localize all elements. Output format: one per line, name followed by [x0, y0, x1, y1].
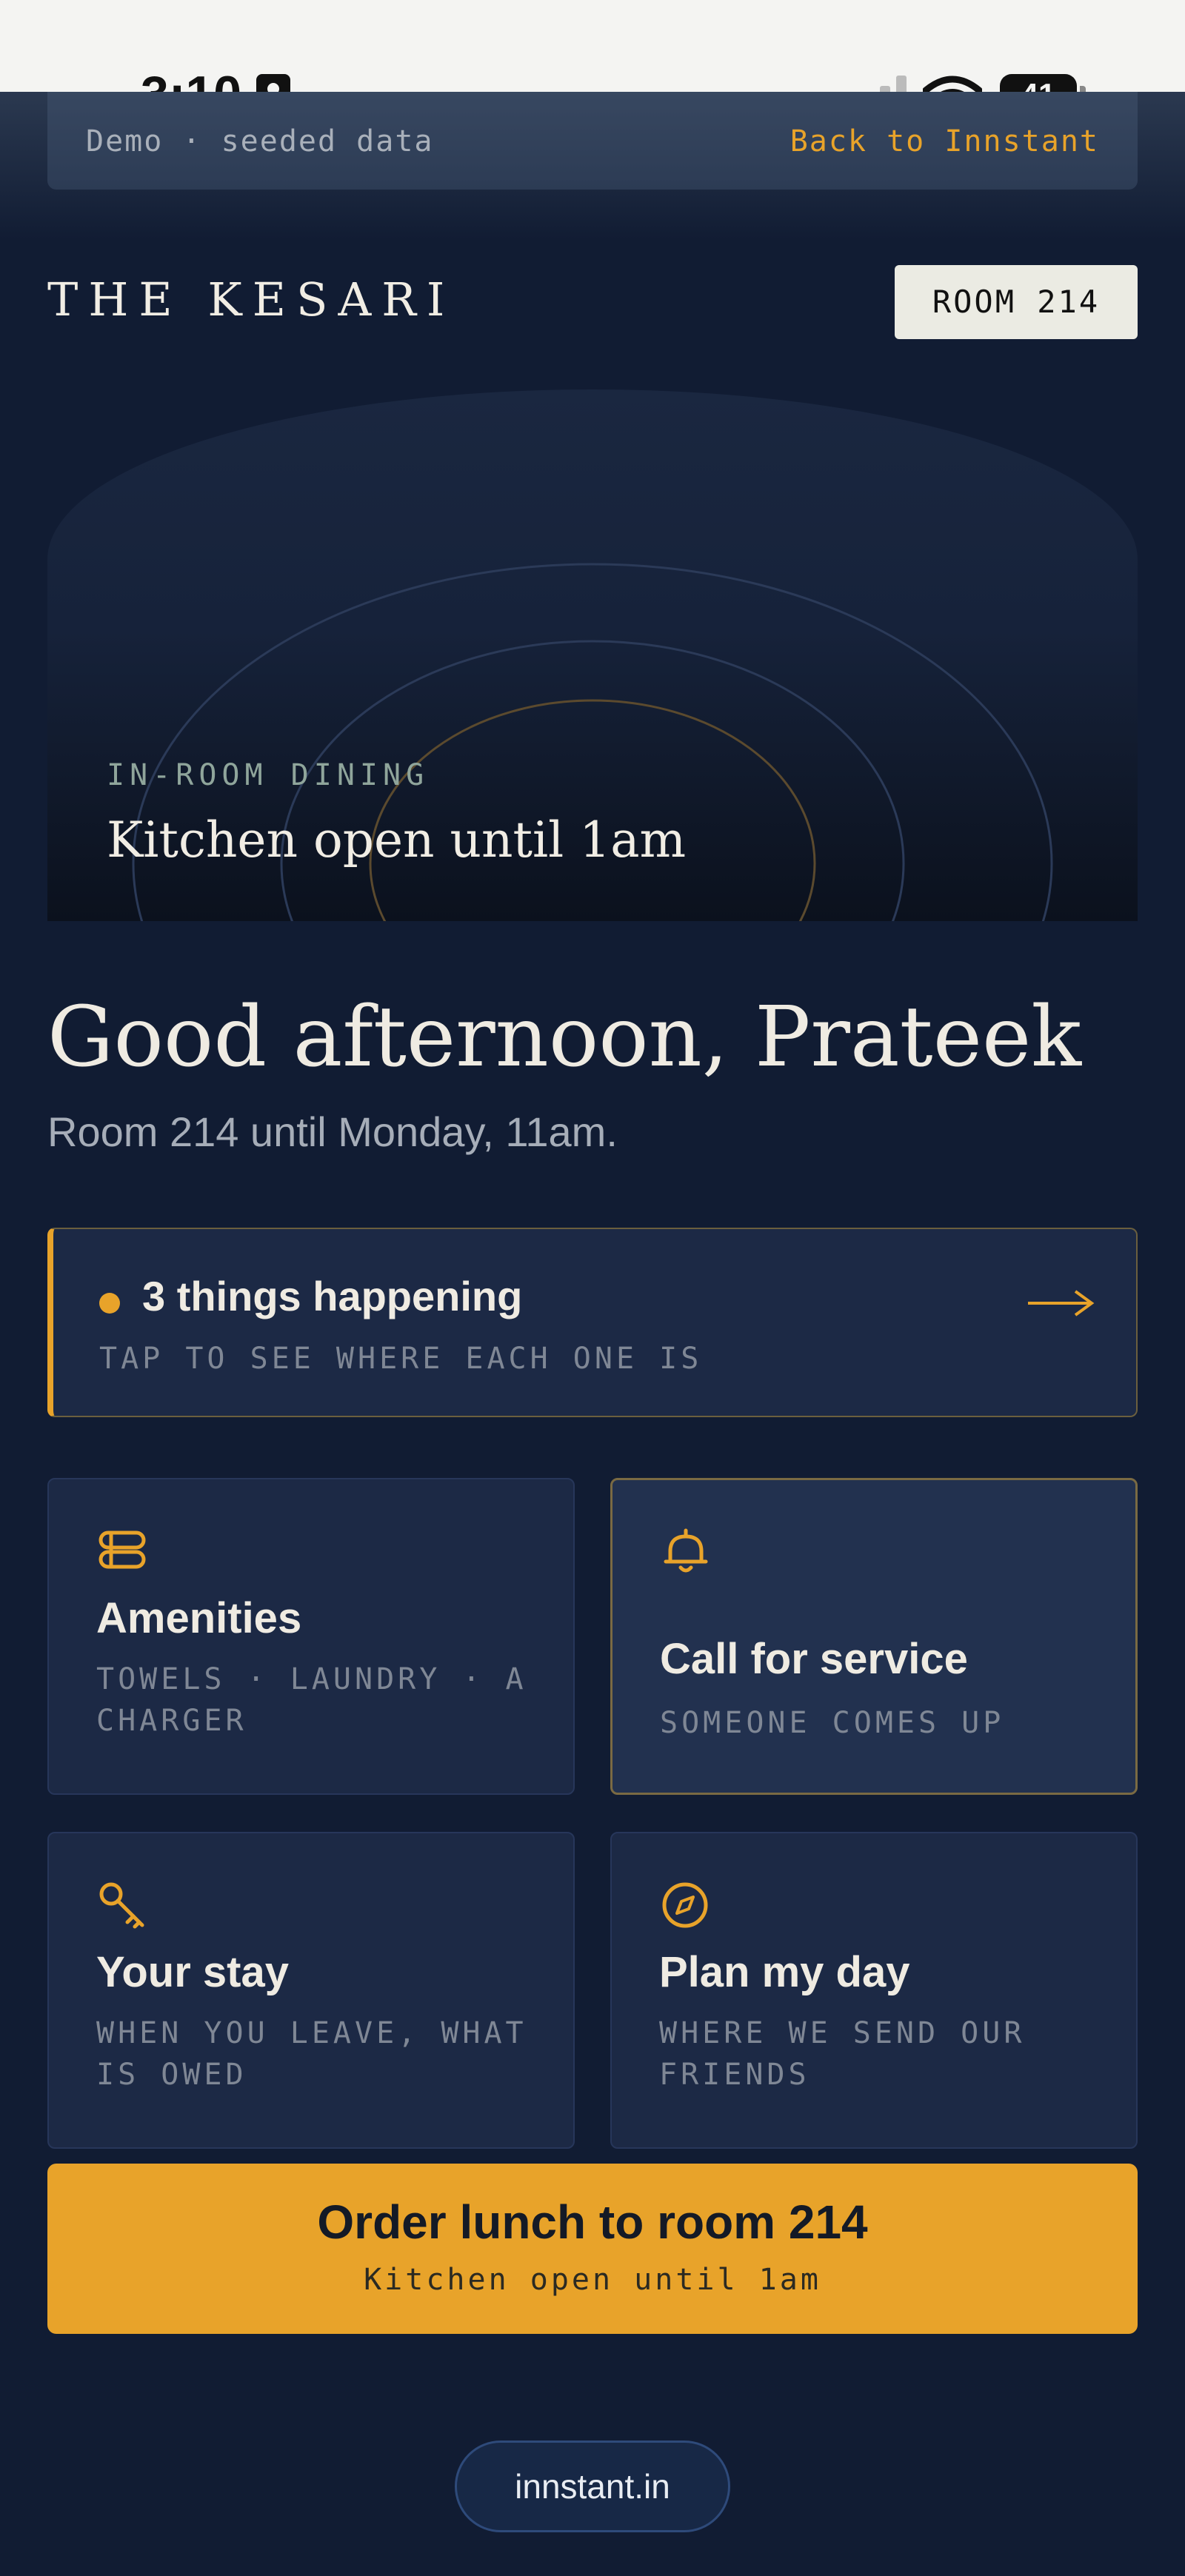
key-icon [99, 1882, 144, 1929]
tile-call-for-service[interactable]: Call for service SOMEONE COMES UP [610, 1478, 1138, 1795]
room-badge[interactable]: ROOM 214 [895, 265, 1138, 339]
tile-your-stay-subtitle: WHEN YOU LEAVE, WHAT IS OWED [96, 2016, 527, 2092]
hotel-brand: THE KESARI [47, 272, 455, 327]
hero-banner[interactable]: IN-ROOM DINING Kitchen open until 1am [47, 389, 1138, 921]
order-lunch-subtitle: Kitchen open until 1am [364, 2263, 821, 2297]
demo-banner: Demo · seeded data Back to Innstant [47, 92, 1138, 190]
tile-call-for-service-subtitle: SOMEONE COMES UP [660, 1706, 1005, 1740]
order-lunch-button[interactable]: Order lunch to room 214 Kitchen open unt… [47, 2164, 1138, 2334]
bell-icon [664, 1528, 708, 1573]
tile-plan-my-day[interactable]: Plan my day WHERE WE SEND OUR FRIENDS [610, 1832, 1138, 2149]
amenities-icon [99, 1530, 146, 1569]
tile-your-stay-title: Your stay [96, 1948, 290, 1996]
tile-amenities[interactable]: Amenities TOWELS · LAUNDRY · A CHARGER [47, 1478, 575, 1795]
greeting-subtitle: Room 214 until Monday, 11am. [47, 1108, 618, 1155]
order-lunch-title: Order lunch to room 214 [317, 2195, 868, 2249]
happening-card[interactable]: 3 things happening TAP TO SEE WHERE EACH… [47, 1228, 1138, 1417]
greeting-title: Good afternoon, Prateek [47, 989, 1082, 1085]
innstant-link[interactable]: innstant.in [455, 2440, 730, 2532]
tile-amenities-subtitle: TOWELS · LAUNDRY · A CHARGER [96, 1662, 527, 1738]
tile-plan-my-day-subtitle: WHERE WE SEND OUR FRIENDS [659, 2016, 1026, 2092]
tile-your-stay[interactable]: Your stay WHEN YOU LEAVE, WHAT IS OWED [47, 1832, 575, 2149]
arrow-right-icon [1028, 1290, 1095, 1317]
status-bar: 3:10 41 [0, 0, 1185, 122]
back-to-innstant-link[interactable]: Back to Innstant [790, 124, 1099, 158]
tile-plan-my-day-title: Plan my day [659, 1948, 910, 1996]
happening-subtitle: TAP TO SEE WHERE EACH ONE IS [99, 1342, 703, 1376]
tile-amenities-title: Amenities [96, 1594, 302, 1642]
compass-icon [662, 1882, 708, 1928]
status-dot-icon [99, 1293, 120, 1314]
demo-label: Demo · seeded data [86, 124, 434, 158]
happening-title: 3 things happening [142, 1273, 523, 1319]
hero-eyebrow: IN-ROOM DINING [107, 758, 430, 792]
tile-call-for-service-title: Call for service [660, 1635, 968, 1683]
hero-title: Kitchen open until 1am [107, 812, 687, 869]
